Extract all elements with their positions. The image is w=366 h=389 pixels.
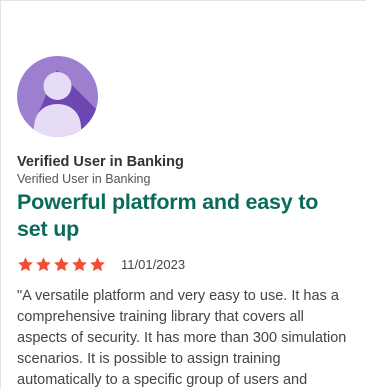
star-icon	[89, 256, 106, 273]
review-title: Powerful platform and easy to set up	[17, 190, 319, 241]
star-icon	[17, 256, 34, 273]
review-body: "A versatile platform and very easy to u…	[17, 288, 347, 388]
rating-row: 11/01/2023	[17, 254, 354, 274]
review-date: 11/01/2023	[121, 256, 186, 272]
review-card: Verified User in Banking Verified User i…	[0, 0, 366, 389]
user-avatar-icon	[17, 56, 98, 137]
star-icon	[53, 256, 70, 273]
star-icon	[35, 256, 52, 273]
reviewer-name: Verified User in Banking	[17, 154, 184, 170]
star-icon	[71, 256, 88, 273]
reviewer-role: Verified User in Banking	[17, 172, 151, 186]
star-rating	[17, 256, 106, 273]
reviewer-avatar	[17, 56, 98, 137]
